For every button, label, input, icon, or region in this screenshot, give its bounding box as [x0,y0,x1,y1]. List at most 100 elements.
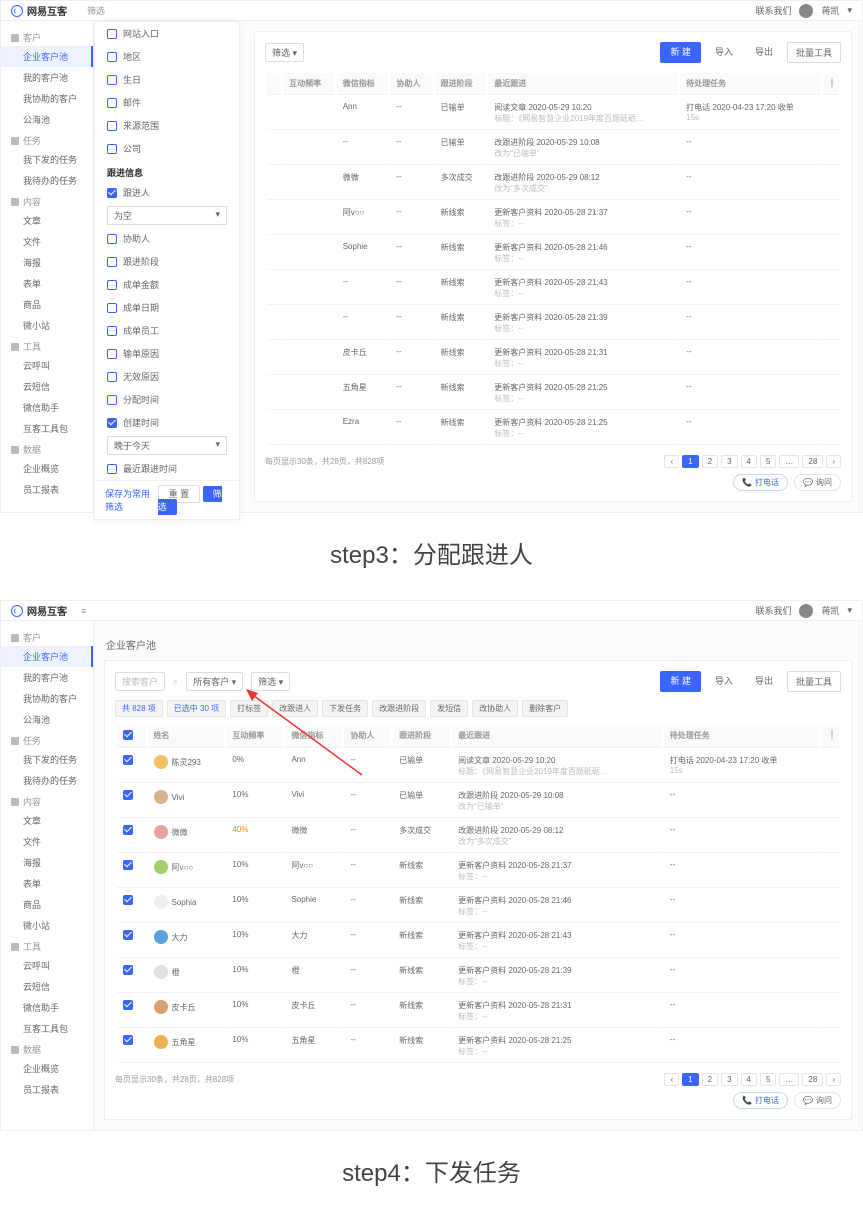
page-number[interactable]: 1 [682,1073,698,1086]
row-checkbox[interactable] [123,1000,133,1010]
user-name[interactable]: 蒋凯 [821,604,839,617]
export-button[interactable]: 导出 [747,42,781,63]
sidebar-item-company-pool[interactable]: 企业客户池 [1,646,93,667]
checkbox-icon[interactable] [107,257,117,267]
row-checkbox[interactable] [123,930,133,940]
menu-icon[interactable]: ≡ [81,606,86,616]
next-page[interactable]: › [826,1073,841,1086]
table-row[interactable]: Vivi10%Vivi--已输单改跟进阶段 2020-05-29 10:08改为… [117,785,839,818]
checkbox-icon[interactable] [107,280,117,290]
sidebar-item-task-out[interactable]: 我下发的任务 [1,749,93,770]
sidebar-item-task-todo[interactable]: 我待办的任务 [1,770,93,791]
import-button[interactable]: 导入 [707,42,741,63]
page-number[interactable]: 5 [760,1073,776,1086]
action-delete[interactable]: 删除客户 [522,700,568,717]
page-number[interactable]: 5 [760,455,776,468]
page-number[interactable]: 4 [741,455,757,468]
page-number[interactable]: 28 [802,455,823,468]
filter-dropdown[interactable]: 网站入口 地区 生日 邮件 来源范围 公司跟进信息 跟进人为空▾ 协助人 跟进阶… [94,21,240,520]
page-number[interactable]: 28 [802,1073,823,1086]
table-row[interactable]: Ann--已输单阅读文章 2020-05-29 10:20标题：《网易智慧企业2… [267,97,839,130]
save-filter-link[interactable]: 保存为常用筛选 [105,487,158,513]
checkbox-icon[interactable] [107,98,117,108]
ask-button[interactable]: 💬 询问 [794,1092,841,1109]
table-row[interactable]: 阿v○○--新线索更新客户资料 2020-05-28 21:37标签：---- [267,202,839,235]
sidebar-item-sms[interactable]: 云短信 [1,976,93,997]
row-checkbox[interactable] [123,755,133,765]
sidebar-item-report[interactable]: 员工报表 [1,479,93,500]
sidebar-item-mini[interactable]: 微小站 [1,315,93,336]
table-row[interactable]: 橙10%橙--新线索更新客户资料 2020-05-28 21:39标签：---- [117,960,839,993]
checkbox-icon[interactable] [107,326,117,336]
filter-option[interactable]: 公司 [95,137,239,160]
checkbox-icon[interactable] [107,29,117,39]
call-button[interactable]: 📞 打电话 [733,474,788,491]
filter-option[interactable]: 创建时间 [95,411,239,434]
sidebar-item-public-pool[interactable]: 公海池 [1,709,93,730]
page-number[interactable]: 3 [721,1073,737,1086]
filter-option[interactable]: 地区 [95,45,239,68]
table-row[interactable]: Ezra--新线索更新客户资料 2020-05-28 21:25标签：---- [267,412,839,445]
user-name[interactable]: 蒋凯 [821,4,839,17]
row-checkbox[interactable] [123,965,133,975]
batch-button[interactable]: 批量工具 [787,42,841,63]
filter-option[interactable]: 成单金额 [95,273,239,296]
filter-option[interactable]: 无效原因 [95,365,239,388]
next-page[interactable]: › [826,455,841,468]
sidebar-item-my-customers[interactable]: 我的客户池 [1,67,93,88]
table-row[interactable]: ----已输单改跟进阶段 2020-05-29 10:08改为“已输单”-- [267,132,839,165]
sidebar-item-file[interactable]: 文件 [1,231,93,252]
page-number[interactable]: 2 [702,455,718,468]
sidebar-item-article[interactable]: 文章 [1,810,93,831]
page-number[interactable]: 2 [702,1073,718,1086]
table-row[interactable]: 阿v○○10%阿v○○--新线索更新客户资料 2020-05-28 21:37标… [117,855,839,888]
checkbox-icon[interactable] [107,372,117,382]
gear-icon[interactable] [831,77,833,88]
pagination[interactable]: ‹12345…28› [664,455,841,468]
checkbox-icon[interactable] [107,121,117,131]
checkbox-icon[interactable] [107,464,117,474]
export-button[interactable]: 导出 [747,671,781,692]
filter-option[interactable]: 跟进阶段 [95,250,239,273]
user-avatar[interactable] [799,4,813,18]
checkbox-icon[interactable] [107,188,117,198]
checkbox-icon[interactable] [107,303,117,313]
filter-option[interactable]: 成单员工 [95,319,239,342]
filter-option[interactable]: 网站入口 [95,22,239,45]
sidebar-item-overview[interactable]: 企业概览 [1,1058,93,1079]
filter-option[interactable]: 最近跟进时间 [95,457,239,480]
sidebar-item-public-pool[interactable]: 公海池 [1,109,93,130]
table-row[interactable]: 五角星10%五角星--新线索更新客户资料 2020-05-28 21:25标签：… [117,1030,839,1063]
checkbox-icon[interactable] [107,395,117,405]
filter-option[interactable]: 分配时间 [95,388,239,411]
pagination[interactable]: ‹12345…28› [664,1073,841,1086]
user-avatar[interactable] [799,604,813,618]
sidebar-item-file[interactable]: 文件 [1,831,93,852]
table-row[interactable]: 微微40%微微--多次成交改跟进阶段 2020-05-29 08:12改为“多次… [117,820,839,853]
row-checkbox[interactable] [123,895,133,905]
sidebar-item-sms[interactable]: 云短信 [1,376,93,397]
contact-link[interactable]: 联系我们 [755,604,791,617]
row-checkbox[interactable] [123,790,133,800]
sidebar-item-poster[interactable]: 海报 [1,852,93,873]
action-send-sms[interactable]: 发短信 [430,700,468,717]
checkbox-icon[interactable] [107,52,117,62]
checkbox-icon[interactable] [107,234,117,244]
sidebar-item-assist[interactable]: 我协助的客户 [1,688,93,709]
filter-sub-select[interactable]: 为空▾ [107,206,227,225]
table-row[interactable]: Sophia10%Sophie--新线索更新客户资料 2020-05-28 21… [117,890,839,923]
new-button[interactable]: 新 建 [660,42,701,63]
page-number[interactable]: 1 [682,455,698,468]
scope-select[interactable]: 所有客户 ▾ [186,672,243,691]
action-change-assist[interactable]: 改协助人 [472,700,518,717]
select-all-checkbox[interactable] [123,730,133,740]
sidebar-item-task-todo[interactable]: 我待办的任务 [1,170,93,191]
table-row[interactable]: 皮卡丘--新线索更新客户资料 2020-05-28 21:31标签：---- [267,342,839,375]
sidebar-item-article[interactable]: 文章 [1,210,93,231]
ask-button[interactable]: 💬 询问 [794,474,841,491]
row-checkbox[interactable] [123,825,133,835]
page-number[interactable]: … [779,455,799,468]
sidebar-item-poster[interactable]: 海报 [1,252,93,273]
sidebar-item-qtool[interactable]: 互客工具包 [1,1018,93,1039]
table-row[interactable]: 微微--多次成交改跟进阶段 2020-05-29 08:12改为“多次成交”-- [267,167,839,200]
